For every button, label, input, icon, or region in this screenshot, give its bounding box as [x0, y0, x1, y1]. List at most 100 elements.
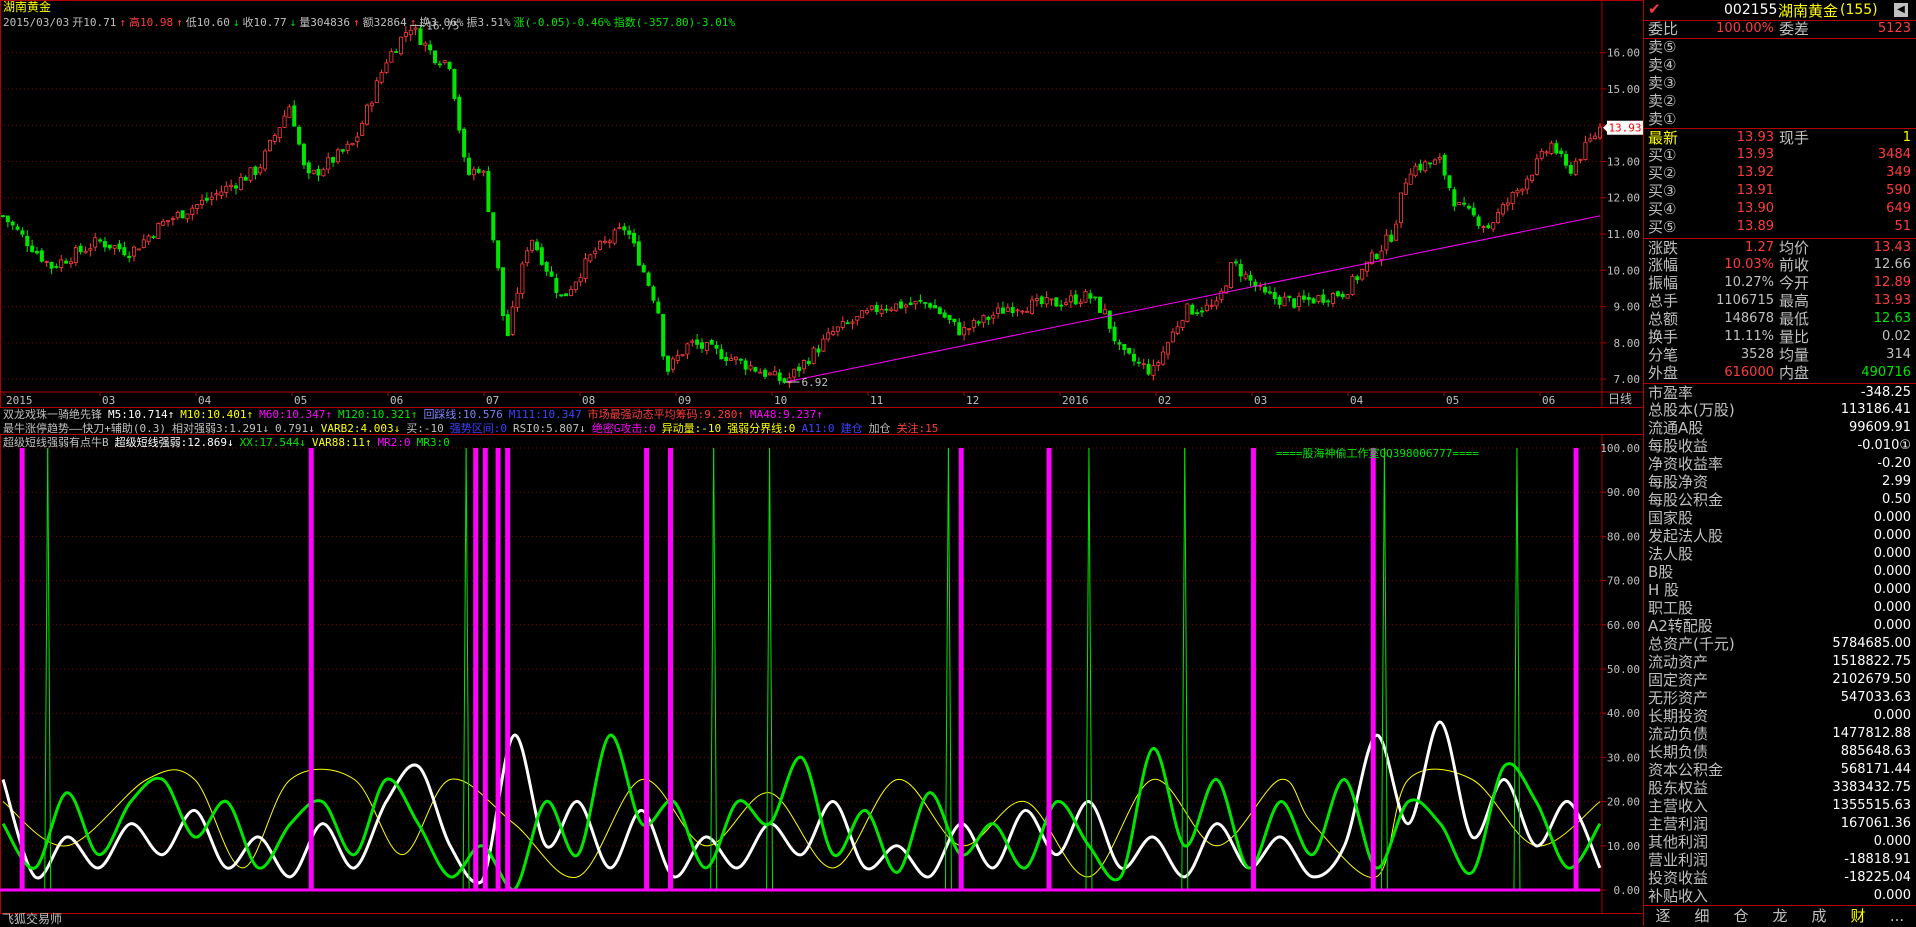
mr3-spike — [1380, 447, 1385, 891]
candle-body — [1185, 303, 1190, 322]
candle-body — [850, 321, 855, 324]
stat-value: 616000 — [1724, 365, 1774, 380]
y-tick-label: 10.00 — [1607, 264, 1640, 277]
panel-tab-0[interactable]: 逐 — [1644, 906, 1682, 926]
oscillator-chart[interactable]: 100.00 90.00 80.00 70.00 60.00 50.00 40.00 30.0… — [0, 434, 1643, 914]
ask-row-4: 卖④ — [1644, 56, 1916, 74]
panel-tab-4[interactable]: 成 — [1800, 906, 1838, 926]
osc-y-tick-label: 10.00 — [1607, 840, 1640, 853]
finance-row: 法人股 0.000 — [1644, 545, 1916, 563]
candle-body — [253, 166, 258, 176]
app-name-footer: 飞狐交易师 — [2, 912, 63, 926]
finance-row: 市盈率 -348.25 — [1644, 383, 1916, 402]
candle-body — [598, 240, 603, 250]
candle-body — [607, 240, 612, 243]
candle-body — [1083, 291, 1088, 303]
candle-body — [379, 72, 384, 83]
candle-body — [1180, 320, 1185, 328]
candle-body — [1248, 275, 1253, 281]
candle-body — [1136, 361, 1141, 364]
price-annotation: 6.92 — [802, 376, 829, 389]
finance-label: 每股净资 — [1648, 473, 1709, 491]
candle-body — [918, 299, 923, 302]
candle-body — [491, 212, 496, 241]
stat-row: 振幅 10.27% 今开 12.89 — [1644, 274, 1916, 292]
candle-body — [1263, 286, 1268, 293]
candle-body — [1204, 304, 1209, 312]
panel-tab-1[interactable]: 细 — [1683, 906, 1721, 926]
finance-label: 长期负债 — [1648, 743, 1709, 761]
candle-body — [331, 156, 336, 163]
candle-body — [1190, 304, 1195, 315]
finance-row: 流动负债 1477812.88 — [1644, 725, 1916, 743]
collapse-icon[interactable]: ◀ — [1894, 3, 1908, 17]
finance-value: -18818.91 — [1844, 852, 1911, 867]
candle-body — [408, 29, 413, 36]
candle-body — [806, 360, 811, 365]
stat-row: 分笔 3528 均量 314 — [1644, 346, 1916, 364]
candle-body — [1423, 161, 1428, 172]
candle-body — [923, 302, 928, 304]
candle-body — [1015, 309, 1020, 312]
candle-body — [1161, 351, 1166, 365]
candle-body — [1496, 211, 1501, 224]
candle-body — [1476, 216, 1481, 227]
stat-value: 13.93 — [1873, 293, 1911, 308]
candle-body — [1491, 222, 1496, 230]
candle-body — [976, 321, 981, 324]
finance-label: A2转配股 — [1648, 617, 1713, 635]
candle-body — [666, 355, 671, 372]
period-label[interactable]: 日线 — [1608, 392, 1632, 406]
candle-body — [1102, 309, 1107, 315]
finance-value: 0.000 — [1873, 618, 1911, 633]
weicha-label: 委差 — [1779, 20, 1810, 38]
bid-volume: 590 — [1886, 183, 1911, 198]
candle-body — [1432, 159, 1437, 165]
candle-body — [952, 318, 957, 322]
finance-value: 0.000 — [1873, 600, 1911, 615]
finance-label: 法人股 — [1648, 545, 1694, 563]
candle-body — [200, 199, 205, 205]
date-tick-label: 06 — [1542, 394, 1555, 407]
kline-chart[interactable]: 16.0015.0014.0013.0012.0011.0010.009.008… — [0, 0, 1643, 408]
candle-body — [394, 51, 399, 53]
panel-tab-5[interactable]: 财 — [1839, 906, 1877, 926]
finance-label: 职工股 — [1648, 599, 1694, 617]
check-icon[interactable]: ✔ — [1648, 0, 1661, 18]
candle-body — [500, 267, 505, 316]
y-tick-label: 7.00 — [1614, 373, 1641, 386]
candle-body — [622, 226, 627, 231]
finance-label: B股 — [1648, 563, 1674, 581]
ask-label: 卖② — [1648, 92, 1677, 110]
latest-row: 最新 13.93 现手 1 — [1644, 128, 1916, 147]
date-tick-label: 11 — [870, 394, 883, 407]
candle-body — [112, 245, 117, 249]
panel-tab-6[interactable]: ... — [1878, 906, 1916, 926]
candle-body — [1394, 223, 1399, 241]
finance-label: 主营利润 — [1648, 815, 1709, 833]
finance-value: -18225.04 — [1844, 870, 1911, 885]
osc-y-tick-label: 40.00 — [1607, 707, 1640, 720]
candle-body — [1311, 298, 1316, 304]
candle-body — [1039, 296, 1044, 305]
candle-body — [1350, 275, 1355, 295]
date-tick-label: 2016 — [1062, 394, 1089, 407]
mr2-spike — [668, 448, 674, 890]
candle-body — [1306, 297, 1311, 300]
candle-body — [219, 191, 224, 196]
finance-row: 每股净资 2.99 — [1644, 473, 1916, 491]
candle-body — [141, 239, 146, 248]
candle-body — [661, 314, 666, 357]
mr3-spike — [1516, 447, 1521, 891]
current-hand-value: 1 — [1902, 130, 1911, 145]
finance-label: 资本公积金 — [1648, 761, 1724, 779]
finance-label: 无形资产 — [1648, 689, 1709, 707]
panel-tab-3[interactable]: 龙 — [1761, 906, 1799, 926]
candle-body — [374, 80, 379, 104]
bid-price: 13.92 — [1736, 165, 1774, 180]
panel-tab-2[interactable]: 仓 — [1722, 906, 1760, 926]
finance-row: 资本公积金 568171.44 — [1644, 761, 1916, 779]
candle-body — [1564, 154, 1569, 166]
finance-value: 113186.41 — [1840, 402, 1911, 417]
finance-row: B股 0.000 — [1644, 563, 1916, 581]
